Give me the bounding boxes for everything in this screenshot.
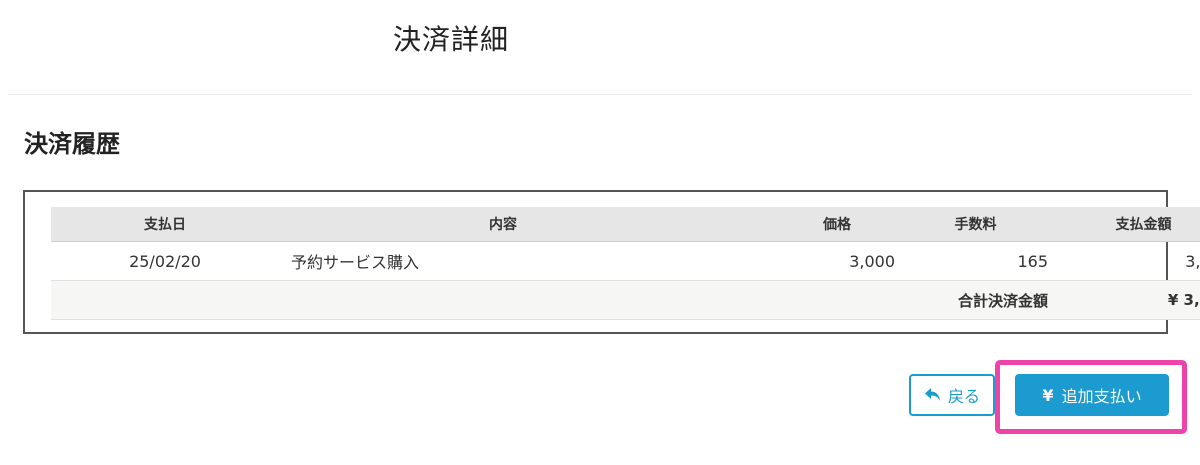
header-divider bbox=[8, 94, 1192, 95]
total-label: 合計決済金額 bbox=[899, 280, 1052, 320]
additional-payment-button[interactable]: ¥ 追加支払い bbox=[1015, 374, 1169, 416]
column-header-amount: 支払金額 bbox=[1052, 207, 1200, 242]
total-row: 合計決済金額 ¥ 3,165 bbox=[51, 280, 1200, 320]
section-title: 決済履歴 bbox=[24, 130, 120, 158]
cell-amount: 3,165 bbox=[1052, 241, 1200, 281]
cell-price: 3,000 bbox=[727, 241, 899, 281]
page-title: 決済詳細 bbox=[393, 23, 510, 56]
column-header-item: 内容 bbox=[279, 207, 727, 242]
payment-history-table: 支払日 内容 価格 手数料 支払金額 25/02/20 予約サービス購入 3,0… bbox=[51, 207, 1200, 320]
back-button[interactable]: 戻る bbox=[909, 374, 995, 416]
cell-item: 予約サービス購入 bbox=[279, 241, 727, 281]
reply-arrow-icon bbox=[924, 387, 942, 403]
yen-icon: ¥ bbox=[1042, 385, 1054, 405]
back-button-label: 戻る bbox=[947, 387, 980, 406]
table-row: 25/02/20 予約サービス購入 3,000 165 3,165 bbox=[51, 241, 1200, 281]
cell-fee: 165 bbox=[899, 241, 1052, 281]
cell-date: 25/02/20 bbox=[51, 241, 279, 281]
column-header-date: 支払日 bbox=[51, 207, 279, 242]
payment-history-panel: 支払日 内容 価格 手数料 支払金額 25/02/20 予約サービス購入 3,0… bbox=[23, 190, 1200, 334]
column-header-price: 価格 bbox=[727, 207, 899, 242]
total-value: ¥ 3,165 bbox=[1052, 280, 1200, 320]
column-header-fee: 手数料 bbox=[899, 207, 1052, 242]
additional-payment-label: 追加支払い bbox=[1061, 387, 1142, 406]
table-header-row: 支払日 内容 価格 手数料 支払金額 bbox=[51, 207, 1200, 242]
